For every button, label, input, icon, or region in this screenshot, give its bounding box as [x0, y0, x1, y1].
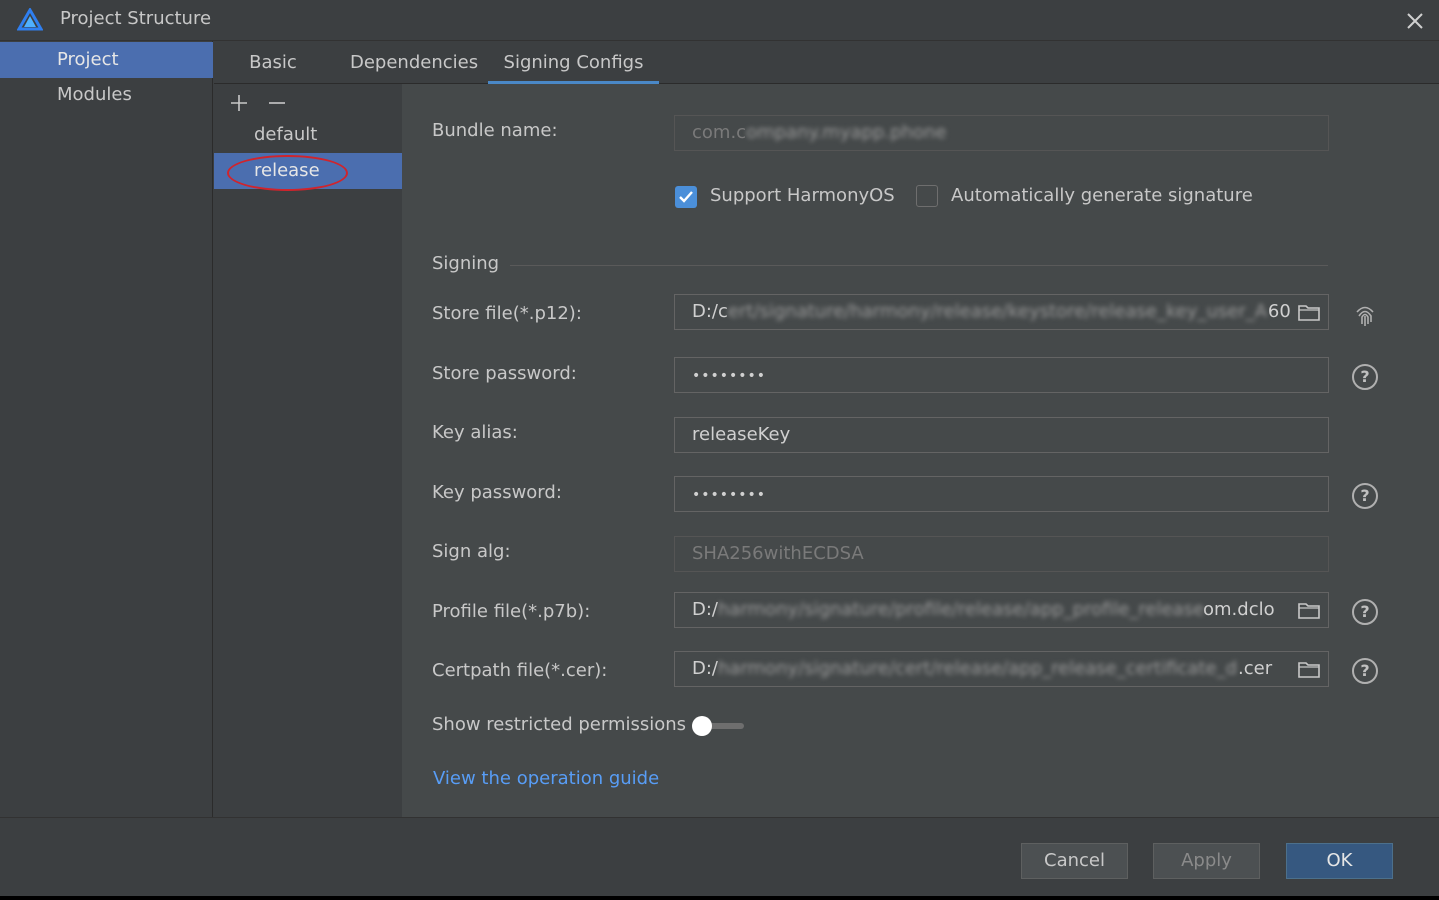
- tab-signing-configs[interactable]: Signing Configs: [488, 41, 659, 85]
- store-file-suffix: 60: [1267, 301, 1291, 322]
- title-bar: Project Structure: [0, 0, 1439, 41]
- signing-config-list: default release: [214, 84, 402, 817]
- bundle-name-value: com.c: [692, 122, 747, 143]
- certpath-file-label: Certpath file(*.cer):: [432, 660, 608, 681]
- close-button[interactable]: [1402, 8, 1428, 34]
- certpath-file-field[interactable]: D:/harmony/signature/cert/release/app_re…: [674, 651, 1329, 687]
- certpath-file-prefix: D:/: [692, 658, 718, 679]
- key-password-label: Key password:: [432, 482, 562, 503]
- store-password-field[interactable]: ••••••••: [674, 357, 1329, 393]
- section-divider: [510, 265, 1328, 266]
- auto-generate-signature-label: Automatically generate signature: [951, 185, 1253, 206]
- folder-icon[interactable]: [1298, 660, 1320, 678]
- project-structure-dialog: Project Structure Project Modules Basic …: [0, 0, 1439, 896]
- config-item-default[interactable]: default: [214, 117, 402, 153]
- key-alias-input[interactable]: [692, 424, 1282, 445]
- store-file-prefix: D:/c: [692, 301, 728, 322]
- bundle-name-label: Bundle name:: [432, 120, 558, 141]
- toggle-knob: [692, 716, 712, 736]
- operation-guide-link[interactable]: View the operation guide: [433, 768, 659, 789]
- dialog-footer: Cancel Apply OK: [0, 817, 1439, 896]
- key-password-field[interactable]: ••••••••: [674, 476, 1329, 512]
- certpath-file-suffix: .cer: [1238, 658, 1273, 679]
- profile-file-field[interactable]: D:/harmony/signature/profile/release/app…: [674, 592, 1329, 628]
- cancel-button[interactable]: Cancel: [1021, 843, 1128, 879]
- signing-config-form: Bundle name: com.company.myapp.phone Sup…: [402, 84, 1439, 817]
- sign-alg-label: Sign alg:: [432, 541, 511, 562]
- restricted-permissions-label: Show restricted permissions: [432, 714, 687, 735]
- plus-icon: [231, 95, 247, 111]
- auto-generate-signature-checkbox[interactable]: [916, 185, 938, 207]
- signing-section-title: Signing: [432, 253, 500, 274]
- profile-file-blurred: harmony/signature/profile/release/app_pr…: [718, 599, 1203, 620]
- apply-button[interactable]: Apply: [1153, 843, 1260, 879]
- close-icon: [1407, 13, 1423, 29]
- sign-alg-field: SHA256withECDSA: [674, 536, 1329, 572]
- support-harmonyos-label: Support HarmonyOS: [710, 185, 895, 206]
- store-password-value: ••••••••: [692, 368, 767, 384]
- key-password-value: ••••••••: [692, 487, 767, 503]
- add-config-button[interactable]: [228, 92, 250, 114]
- fingerprint-icon[interactable]: [1352, 302, 1378, 328]
- ok-button[interactable]: OK: [1286, 843, 1393, 879]
- store-password-label: Store password:: [432, 363, 577, 384]
- sidebar: Project Modules: [0, 41, 213, 817]
- minus-icon: [269, 102, 285, 104]
- bundle-name-field: com.company.myapp.phone: [674, 115, 1329, 151]
- store-file-blurred: ert/signature/harmony/release/keystore/r…: [727, 301, 1268, 322]
- config-item-label: release: [254, 160, 320, 181]
- store-file-field[interactable]: D:/cert/signature/harmony/release/keysto…: [674, 294, 1329, 330]
- tab-dependencies[interactable]: Dependencies: [350, 41, 478, 84]
- folder-icon[interactable]: [1298, 601, 1320, 619]
- restricted-permissions-toggle[interactable]: [692, 716, 746, 736]
- support-harmonyos-checkbox[interactable]: [675, 186, 697, 208]
- profile-file-prefix: D:/: [692, 599, 718, 620]
- profile-file-help-icon[interactable]: ?: [1352, 599, 1378, 625]
- config-item-release[interactable]: release: [214, 153, 402, 191]
- folder-icon[interactable]: [1298, 303, 1320, 321]
- remove-config-button[interactable]: [266, 92, 288, 114]
- tab-bar: Basic Info Dependencies Signing Configs: [214, 41, 1439, 116]
- key-password-help-icon[interactable]: ?: [1352, 483, 1378, 509]
- key-alias-field[interactable]: [674, 417, 1329, 453]
- sign-alg-value: SHA256withECDSA: [692, 543, 864, 564]
- tab-basic-info[interactable]: Basic Info: [232, 41, 314, 116]
- sidebar-item-modules[interactable]: Modules: [0, 77, 213, 113]
- store-file-label: Store file(*.p12):: [432, 303, 582, 324]
- bundle-name-value-blurred: ompany.myapp.phone: [746, 122, 947, 143]
- window-title: Project Structure: [60, 8, 212, 29]
- app-logo-icon: [17, 8, 43, 31]
- certpath-file-blurred: harmony/signature/cert/release/app_relea…: [718, 658, 1238, 679]
- profile-file-suffix: om.dclo: [1203, 599, 1275, 620]
- check-icon: [679, 191, 693, 203]
- profile-file-label: Profile file(*.p7b):: [432, 601, 591, 622]
- sidebar-item-project[interactable]: Project: [0, 42, 213, 78]
- store-password-help-icon[interactable]: ?: [1352, 364, 1378, 390]
- key-alias-label: Key alias:: [432, 422, 518, 443]
- certpath-file-help-icon[interactable]: ?: [1352, 658, 1378, 684]
